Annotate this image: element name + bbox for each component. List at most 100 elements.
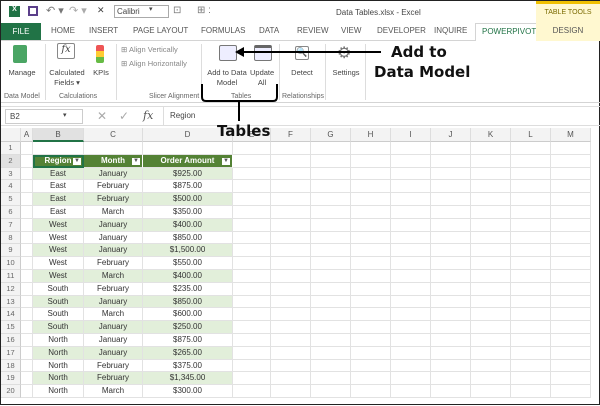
cell[interactable] bbox=[311, 218, 351, 232]
table-cell[interactable]: West bbox=[33, 231, 84, 245]
row-header[interactable]: 11 bbox=[1, 270, 21, 283]
cell[interactable] bbox=[391, 346, 431, 360]
select-all[interactable] bbox=[1, 128, 21, 142]
tab-file[interactable]: FILE bbox=[1, 23, 41, 40]
cell[interactable] bbox=[551, 282, 591, 296]
cell[interactable] bbox=[233, 282, 271, 296]
cell[interactable] bbox=[233, 154, 271, 168]
row-header[interactable]: 13 bbox=[1, 295, 21, 309]
cell[interactable] bbox=[271, 180, 311, 194]
cell[interactable] bbox=[511, 346, 551, 360]
cell[interactable] bbox=[391, 244, 431, 258]
cell[interactable] bbox=[351, 180, 391, 194]
table-cell[interactable]: January bbox=[84, 218, 143, 232]
cell[interactable] bbox=[551, 218, 591, 232]
cell[interactable] bbox=[351, 154, 391, 168]
cell[interactable] bbox=[431, 334, 471, 347]
row-header[interactable]: 8 bbox=[1, 231, 21, 245]
format-painter-icon[interactable]: ⊡ bbox=[173, 5, 181, 16]
cell[interactable] bbox=[351, 385, 391, 398]
cell[interactable] bbox=[551, 244, 591, 258]
table-cell[interactable]: $250.00 bbox=[143, 321, 233, 334]
cell[interactable] bbox=[233, 167, 271, 181]
cell[interactable] bbox=[511, 282, 551, 296]
cell[interactable] bbox=[21, 346, 33, 360]
cell[interactable] bbox=[511, 308, 551, 322]
tab-formulas[interactable]: FORMULAS bbox=[201, 26, 245, 35]
cell[interactable] bbox=[351, 193, 391, 206]
cell[interactable] bbox=[391, 154, 431, 168]
column-header[interactable]: A bbox=[21, 128, 33, 142]
cell[interactable] bbox=[431, 295, 471, 309]
cell[interactable] bbox=[391, 270, 431, 283]
cell[interactable] bbox=[551, 308, 591, 322]
table-cell[interactable]: $265.00 bbox=[143, 346, 233, 360]
tab-home[interactable]: HOME bbox=[51, 26, 75, 35]
cell[interactable] bbox=[391, 193, 431, 206]
cell[interactable] bbox=[21, 257, 33, 270]
cell[interactable] bbox=[351, 346, 391, 360]
cell[interactable] bbox=[311, 244, 351, 258]
table-cell[interactable]: South bbox=[33, 282, 84, 296]
cell[interactable] bbox=[391, 282, 431, 296]
update-all-button[interactable]: Update All bbox=[250, 68, 274, 88]
cell[interactable] bbox=[511, 154, 551, 168]
cell[interactable] bbox=[271, 244, 311, 258]
cell[interactable] bbox=[511, 295, 551, 309]
row-header[interactable]: 7 bbox=[1, 218, 21, 232]
cell[interactable] bbox=[233, 244, 271, 258]
cell[interactable] bbox=[431, 346, 471, 360]
cell[interactable] bbox=[311, 193, 351, 206]
table-cell[interactable]: March bbox=[84, 206, 143, 219]
cell[interactable] bbox=[471, 142, 511, 155]
table-cell[interactable]: East bbox=[33, 167, 84, 181]
table-cell[interactable]: January bbox=[84, 244, 143, 258]
cell[interactable] bbox=[431, 180, 471, 194]
cell[interactable] bbox=[271, 385, 311, 398]
table-cell[interactable]: March bbox=[84, 385, 143, 398]
cell[interactable] bbox=[271, 359, 311, 373]
cell[interactable] bbox=[351, 372, 391, 386]
table-cell[interactable]: $875.00 bbox=[143, 180, 233, 194]
cell[interactable] bbox=[351, 270, 391, 283]
row-header[interactable]: 4 bbox=[1, 180, 21, 194]
column-header[interactable]: K bbox=[471, 128, 511, 142]
cell[interactable] bbox=[471, 385, 511, 398]
cell[interactable] bbox=[33, 142, 84, 155]
cell[interactable] bbox=[551, 321, 591, 334]
table-cell[interactable]: $850.00 bbox=[143, 295, 233, 309]
cell[interactable] bbox=[311, 295, 351, 309]
row-header[interactable]: 14 bbox=[1, 308, 21, 322]
table-cell[interactable]: February bbox=[84, 193, 143, 206]
table-cell[interactable]: $235.00 bbox=[143, 282, 233, 296]
cell[interactable] bbox=[271, 167, 311, 181]
cell[interactable] bbox=[21, 372, 33, 386]
table-header-cell[interactable]: Order Amount ▼ bbox=[143, 154, 233, 168]
cell[interactable] bbox=[471, 154, 511, 168]
cell[interactable] bbox=[551, 372, 591, 386]
cell[interactable] bbox=[391, 218, 431, 232]
cell[interactable] bbox=[233, 372, 271, 386]
column-header[interactable]: I bbox=[391, 128, 431, 142]
cell[interactable] bbox=[233, 206, 271, 219]
cell[interactable] bbox=[431, 372, 471, 386]
cell[interactable] bbox=[391, 308, 431, 322]
cell[interactable] bbox=[271, 372, 311, 386]
cell[interactable] bbox=[511, 372, 551, 386]
cell[interactable] bbox=[431, 257, 471, 270]
cell[interactable] bbox=[311, 308, 351, 322]
row-header[interactable]: 17 bbox=[1, 346, 21, 360]
table-cell[interactable]: March bbox=[84, 270, 143, 283]
table-cell[interactable]: $850.00 bbox=[143, 231, 233, 245]
customize-qat-icon[interactable]: ⊞ : bbox=[197, 5, 211, 16]
cell[interactable] bbox=[351, 308, 391, 322]
cell[interactable] bbox=[21, 180, 33, 194]
table-cell[interactable]: $925.00 bbox=[143, 167, 233, 181]
table-cell[interactable]: $600.00 bbox=[143, 308, 233, 322]
row-header[interactable]: 15 bbox=[1, 321, 21, 334]
cell[interactable] bbox=[271, 206, 311, 219]
table-cell[interactable]: January bbox=[84, 231, 143, 245]
cell[interactable] bbox=[391, 180, 431, 194]
font-name-box[interactable]: Calibri bbox=[114, 5, 169, 18]
cell[interactable] bbox=[21, 244, 33, 258]
